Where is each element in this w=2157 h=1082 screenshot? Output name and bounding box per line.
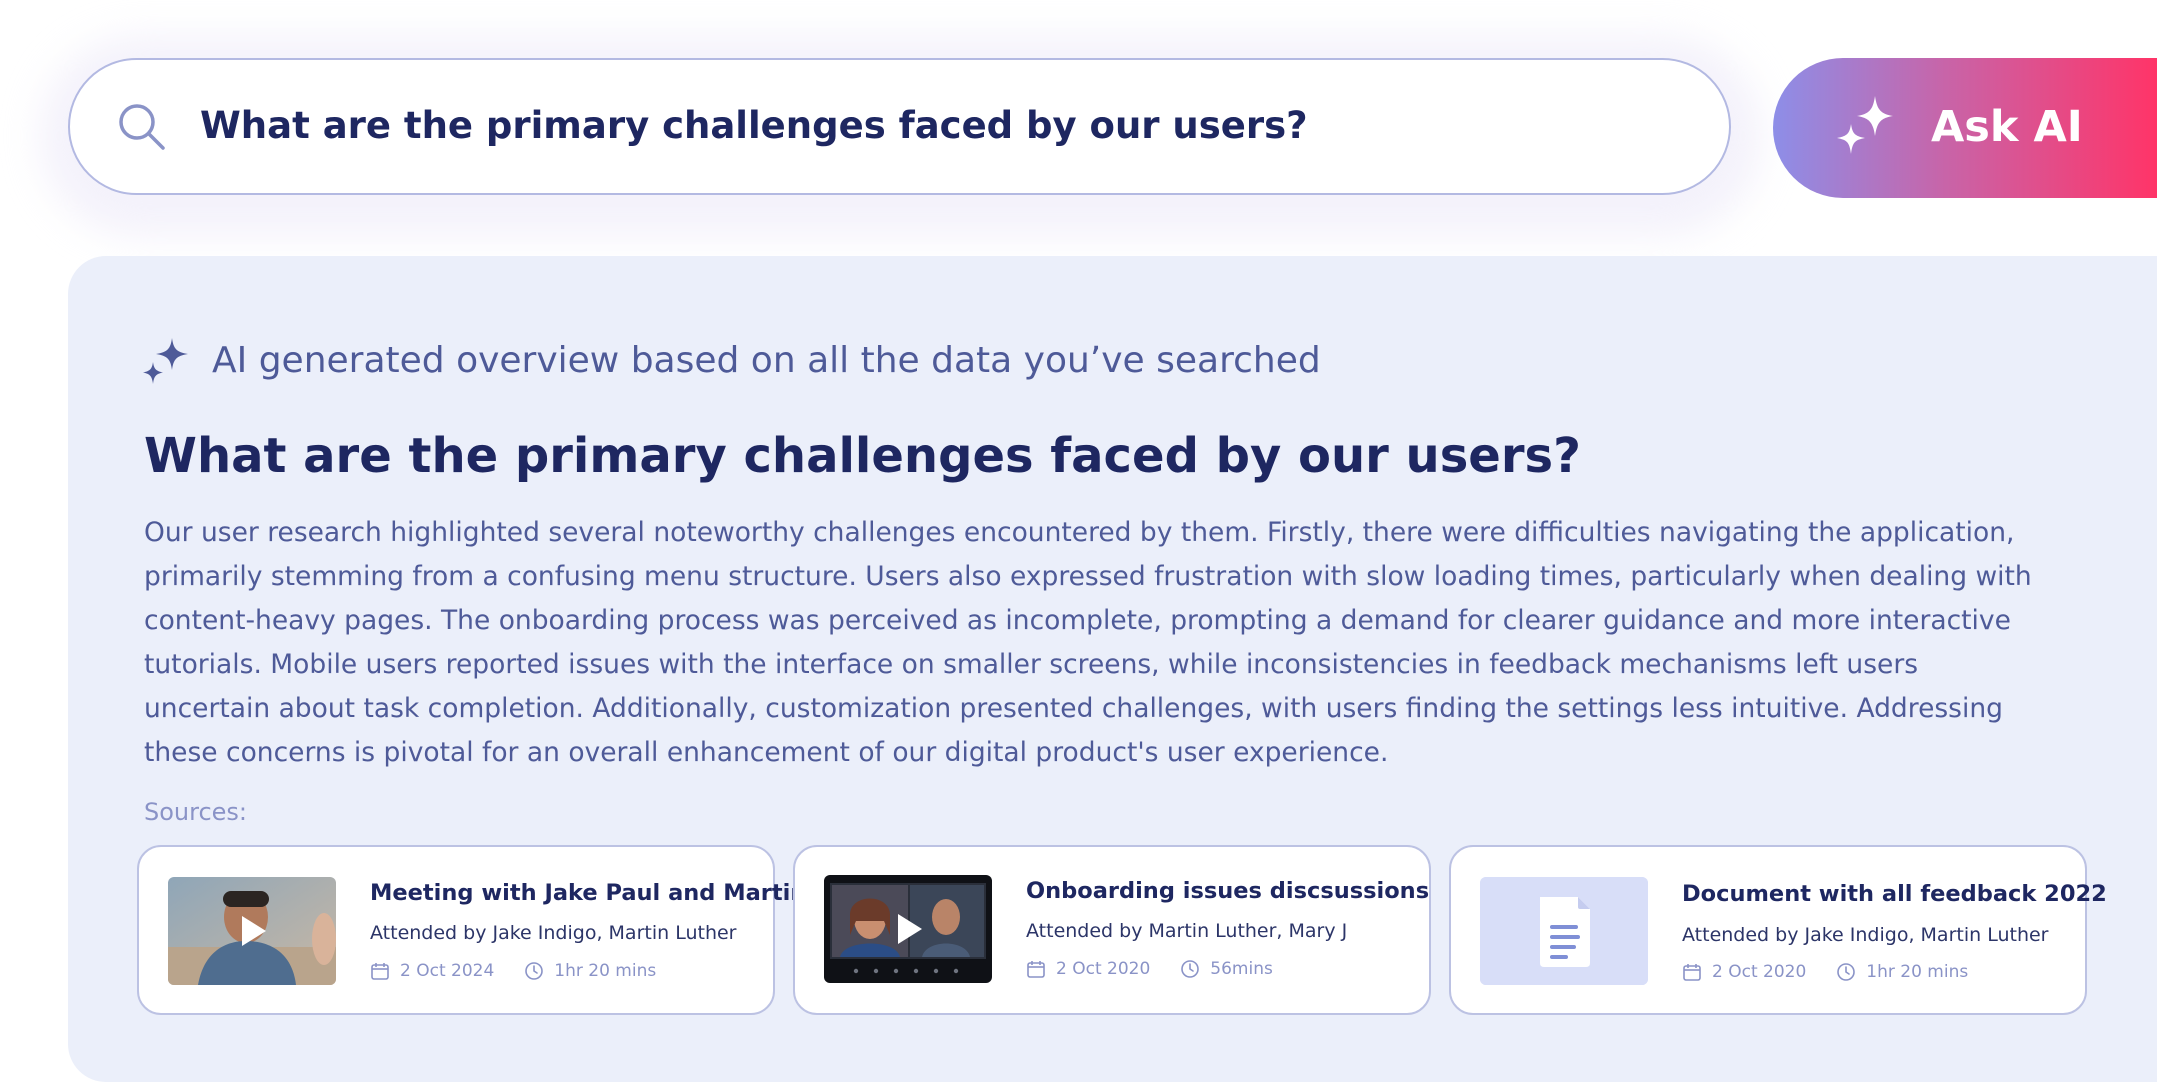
clock-icon bbox=[1837, 963, 1856, 981]
source-card-meeting[interactable]: Meeting with Jake Paul and Martin Attend… bbox=[137, 845, 806, 1015]
ask-ai-button[interactable]: Ask AI bbox=[1773, 58, 2157, 198]
clock-icon bbox=[525, 962, 544, 980]
search-icon bbox=[119, 104, 165, 150]
source-date: 2 Oct 2020 bbox=[1712, 962, 1807, 982]
source-title: Onboarding issues discsussions bbox=[1026, 878, 1430, 904]
sparkle-icon bbox=[1837, 96, 1893, 154]
sources-label: Sources: bbox=[144, 798, 248, 826]
source-meta: 2 Oct 2024 1hr 20 mins bbox=[370, 959, 656, 983]
source-duration: 56mins bbox=[1210, 959, 1273, 979]
source-attendees: Attended by Jake Indigo, Martin Luther bbox=[370, 922, 737, 944]
ask-ai-label: Ask AI bbox=[1931, 102, 2083, 152]
source-attendees: Attended by Martin Luther, Mary J bbox=[1026, 920, 1348, 942]
search-input[interactable]: What are the primary challenges faced by… bbox=[200, 100, 1308, 152]
calendar-icon bbox=[1683, 964, 1701, 981]
document-icon bbox=[1480, 877, 1648, 985]
source-meta: 2 Oct 2020 1hr 20 mins bbox=[1682, 960, 1968, 984]
answer-body: Our user research highlighted several no… bbox=[144, 517, 2032, 768]
source-duration: 1hr 20 mins bbox=[554, 961, 657, 981]
source-attendees: Attended by Jake Indigo, Martin Luther bbox=[1682, 924, 2049, 946]
video-thumbnail bbox=[168, 877, 336, 985]
source-card-onboarding[interactable]: Onboarding issues discsussions Attended … bbox=[793, 845, 1431, 1015]
ai-search-page: What are the primary challenges faced by… bbox=[0, 0, 2157, 1082]
source-date: 2 Oct 2020 bbox=[1056, 959, 1151, 979]
calendar-icon bbox=[371, 963, 389, 980]
play-icon[interactable] bbox=[890, 911, 926, 947]
source-title: Document with all feedback 2022 bbox=[1682, 881, 2107, 907]
source-card-document[interactable]: Document with all feedback 2022 Attended… bbox=[1449, 845, 2107, 1015]
source-duration: 1hr 20 mins bbox=[1866, 962, 1969, 982]
source-date: 2 Oct 2024 bbox=[400, 961, 495, 981]
play-icon[interactable] bbox=[234, 913, 270, 949]
calendar-icon bbox=[1027, 961, 1045, 978]
source-meta: 2 Oct 2020 56mins bbox=[1026, 957, 1273, 981]
video-thumbnail bbox=[824, 875, 992, 983]
document-thumbnail bbox=[1480, 877, 1648, 985]
source-title: Meeting with Jake Paul and Martin bbox=[370, 880, 807, 906]
answer-title: What are the primary challenges faced by… bbox=[144, 428, 1581, 484]
overview-label: AI generated overview based on all the d… bbox=[212, 340, 1321, 381]
clock-icon bbox=[1181, 960, 1200, 978]
sparkle-icon bbox=[143, 338, 188, 384]
